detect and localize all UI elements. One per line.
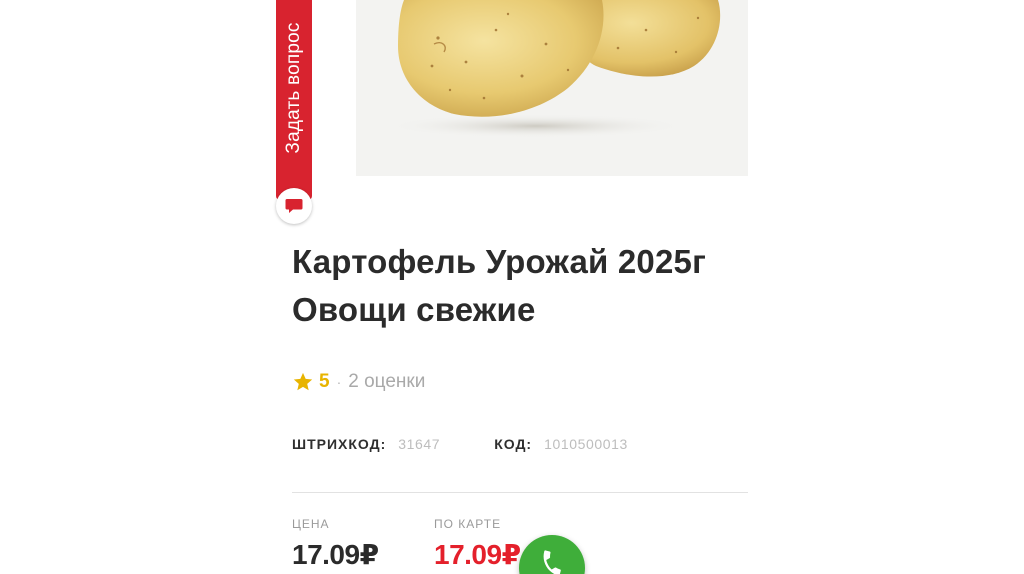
- divider: [292, 492, 748, 493]
- regular-price-label: ЦЕНА: [292, 517, 330, 531]
- card-price-label: ПО КАРТЕ: [434, 517, 502, 531]
- barcode-value: 31647: [398, 436, 441, 452]
- regular-price-value: 17.09₽: [292, 539, 379, 570]
- chat-bubble-icon: [285, 199, 303, 213]
- product-rating[interactable]: 5 · 2 оценки: [292, 369, 425, 395]
- call-button[interactable]: [519, 535, 585, 574]
- rating-separator: ·: [336, 374, 342, 390]
- star-icon: [293, 372, 313, 391]
- ask-question-tab[interactable]: Задать вопрос: [276, 0, 312, 226]
- product-code-value: 1010500013: [544, 436, 628, 452]
- card-price: ПО КАРТЕ 17.09₽: [434, 517, 521, 574]
- product-codes: ШТРИХКОД: 31647 КОД: 1010500013: [292, 433, 628, 455]
- ask-question-button[interactable]: [276, 188, 312, 224]
- ask-question-label: Задать вопрос: [283, 22, 304, 154]
- rating-score: 5: [319, 371, 330, 392]
- card-price-value: 17.09₽: [434, 539, 521, 570]
- product-title-line2: Овощи свежие: [292, 291, 536, 328]
- product-title-line1: Картофель Урожай 2025г: [292, 243, 707, 280]
- phone-icon: [543, 550, 561, 574]
- potato-illustration: [386, 0, 721, 138]
- product-page: Задать вопрос Картофель Урожай 2025г Ово…: [0, 0, 1024, 574]
- regular-price: ЦЕНА 17.09₽: [292, 517, 379, 574]
- rating-count[interactable]: 2 оценки: [348, 371, 425, 393]
- barcode-label: ШТРИХКОД:: [292, 436, 387, 452]
- product-image[interactable]: [346, 0, 748, 210]
- product-title: Картофель Урожай 2025г Овощи свежие: [292, 238, 762, 334]
- product-code-label: КОД:: [494, 436, 533, 452]
